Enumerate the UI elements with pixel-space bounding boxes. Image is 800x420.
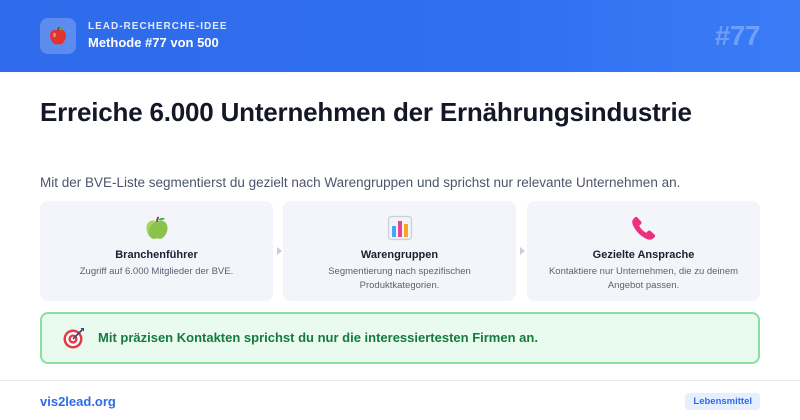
feature-card-warengruppen: Warengruppen Segmentierung nach spezifis… — [283, 201, 516, 301]
feature-card-desc: Segmentierung nach spezifischen Produktk… — [328, 266, 471, 291]
feature-cards: Branchenführer Zugriff auf 6.000 Mitglie… — [40, 201, 760, 301]
feature-card-desc: Zugriff auf 6.000 Mitglieder der BVE. — [79, 266, 234, 277]
method-number: #77 — [714, 20, 761, 51]
highlight-text: Mit präzisen Kontakten sprichst du nur d… — [98, 330, 538, 345]
page-title: Erreiche 6.000 Unternehmen der Ernährung… — [40, 97, 692, 127]
chevron-right-icon — [520, 247, 525, 255]
green-apple-icon — [40, 213, 273, 243]
feature-card-desc: Kontaktiere nur Unternehmen, die zu dein… — [548, 266, 739, 291]
chevron-right-icon — [277, 247, 282, 255]
feature-card-branchenfuehrer: Branchenführer Zugriff auf 6.000 Mitglie… — [40, 201, 273, 301]
feature-card-title: Branchenführer — [115, 249, 198, 261]
page-subtitle: Mit der BVE-Liste segmentierst du geziel… — [40, 175, 681, 190]
category-badge: Lebensmittel — [685, 393, 760, 410]
feature-card-gezielte-ansprache: Gezielte Ansprache Kontaktiere nur Unter… — [527, 201, 760, 301]
header-kicker: LEAD-RECHERCHE-IDEE — [88, 21, 228, 32]
feature-card-title: Gezielte Ansprache — [592, 249, 695, 261]
apple-icon — [40, 18, 76, 54]
header-banner: LEAD-RECHERCHE-IDEE Methode #77 von 500 … — [0, 0, 800, 72]
bar-chart-icon — [283, 213, 516, 243]
footer-site-link[interactable]: vis2lead.org — [40, 394, 116, 409]
method-counter: Methode #77 von 500 — [88, 35, 219, 50]
telephone-icon — [527, 213, 760, 243]
footer-divider — [0, 380, 800, 381]
target-icon — [62, 326, 86, 350]
highlight-callout: Mit präzisen Kontakten sprichst du nur d… — [40, 312, 760, 364]
feature-card-title: Warengruppen — [360, 249, 439, 261]
